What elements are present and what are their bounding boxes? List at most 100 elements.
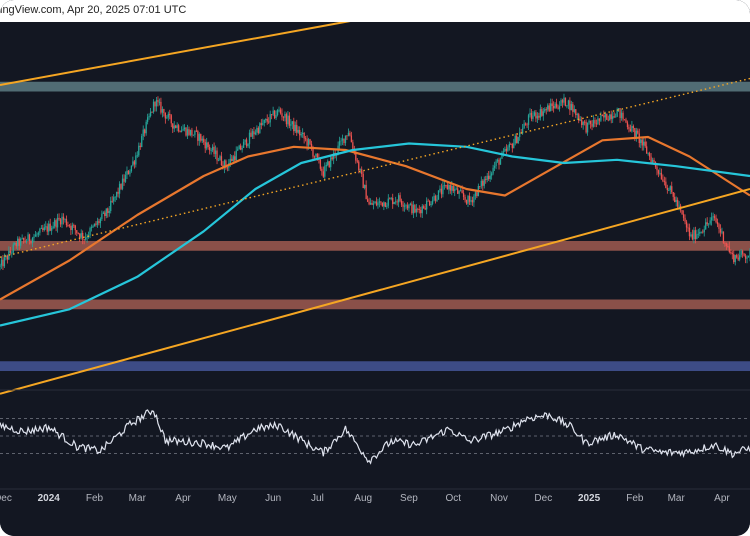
candle-body: [434, 195, 437, 201]
candle-body: [734, 255, 736, 263]
candle-body: [207, 142, 209, 147]
candle-body: [609, 114, 611, 121]
candle-body: [390, 197, 392, 199]
candle-body: [583, 121, 586, 123]
candle-body: [173, 125, 175, 129]
candle-body: [347, 132, 350, 136]
candle-body: [324, 166, 326, 177]
candle-body: [82, 232, 84, 240]
candle-body: [25, 240, 28, 242]
candle-body: [349, 132, 351, 136]
candle-body: [542, 111, 544, 116]
candle-body: [114, 196, 116, 198]
candle-body: [322, 171, 324, 177]
candle-body: [239, 145, 242, 150]
candle-body: [437, 190, 440, 200]
candle-body: [127, 170, 130, 175]
candle-body: [275, 115, 277, 119]
candle-body: [662, 179, 664, 182]
candle-body: [154, 101, 156, 107]
candle-body: [387, 198, 389, 206]
candle-body: [378, 201, 381, 203]
candle-body: [56, 217, 59, 228]
candle-body: [294, 124, 296, 132]
candle-body: [458, 191, 460, 194]
candle-body: [721, 231, 723, 233]
candle-body: [139, 145, 141, 148]
x-axis-label: Sep: [400, 493, 418, 504]
candle-body: [279, 109, 282, 114]
candle-body: [691, 234, 694, 240]
candle-body: [108, 210, 110, 214]
candle-body: [591, 123, 593, 127]
candle-body: [532, 115, 534, 119]
candle-body: [136, 155, 138, 157]
candle-body: [271, 114, 273, 115]
price-chart: Dec 2024 Feb Mar Apr May Jun Jul Aug Sep Oct Nov Dec…: [0, 0, 750, 536]
candle-body: [740, 250, 742, 256]
candle-body: [485, 179, 487, 181]
candle-body: [703, 229, 705, 233]
candle-body: [533, 112, 536, 116]
candle-body: [67, 225, 69, 226]
candle-body: [594, 120, 596, 124]
candle-body: [489, 175, 491, 180]
candle-body: [73, 225, 75, 227]
candle-body: [40, 228, 42, 230]
header-text: ingView.com, Apr 20, 2025 07:01 UTC: [0, 4, 187, 16]
candle-body: [268, 121, 270, 123]
candle-body: [34, 234, 37, 237]
candle-body: [635, 130, 637, 138]
candle-body: [380, 201, 382, 203]
candle-body: [327, 161, 329, 165]
candle-body: [95, 223, 97, 225]
candle-body: [424, 208, 426, 210]
candle-body: [511, 144, 513, 149]
candle-body: [668, 189, 670, 191]
candle-body: [254, 132, 257, 135]
candle-body: [418, 209, 420, 210]
candle-body: [276, 110, 279, 116]
candle-body: [586, 122, 589, 133]
candle-body: [634, 128, 636, 138]
candle-body: [603, 115, 605, 118]
candle-body: [166, 117, 168, 119]
candle-body: [681, 210, 683, 215]
candle-body: [96, 221, 99, 225]
candle-body: [309, 139, 311, 144]
candle-body: [86, 237, 88, 238]
candle-body: [229, 158, 231, 163]
chart-frame: Dec 2024 Feb Mar Apr May Jun Jul Aug Sep Oct Nov Dec…: [0, 0, 750, 536]
candle-body: [138, 145, 140, 156]
candle-body: [61, 216, 63, 225]
candle-body: [684, 217, 686, 222]
candle-body: [736, 255, 738, 258]
candle-body: [325, 164, 327, 167]
candle-body: [643, 141, 645, 146]
candle-body: [651, 159, 654, 163]
candle-body: [118, 183, 121, 194]
candle-body: [524, 123, 527, 125]
candle-body: [576, 114, 578, 116]
candle-body: [272, 110, 274, 115]
candle-body: [702, 231, 704, 233]
candle-body: [693, 230, 695, 240]
x-axis-label: Dec: [0, 493, 12, 504]
candle-body: [70, 226, 72, 231]
candle-body: [713, 216, 716, 218]
candle-body: [175, 125, 177, 128]
candle-body: [606, 113, 608, 120]
candle-body: [356, 160, 358, 162]
candle-body: [180, 130, 183, 132]
candle-body: [561, 100, 564, 103]
candle-body: [76, 230, 78, 233]
candle-body: [211, 146, 214, 151]
candle-body: [548, 105, 550, 112]
candle-body: [374, 201, 376, 204]
candle-body: [715, 217, 717, 223]
candle-body: [149, 111, 152, 117]
candle-body: [657, 170, 660, 174]
candle-body: [242, 141, 245, 148]
x-axis-label: Feb: [626, 493, 644, 504]
candle-body: [619, 108, 621, 118]
